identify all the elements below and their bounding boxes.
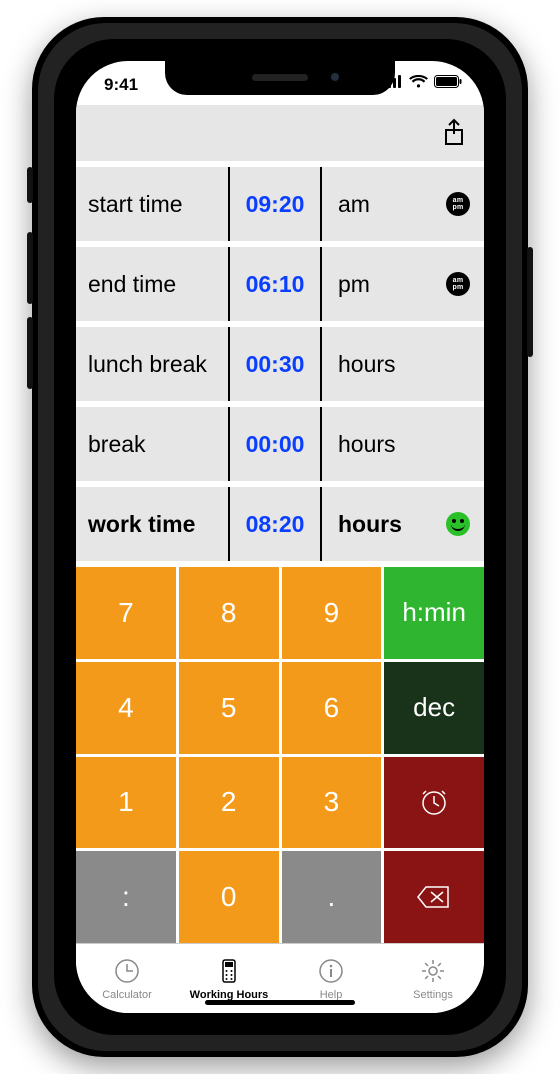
keypad: 7 8 9 h:min 4 5 6 dec 1 2 3: [76, 561, 484, 943]
key-0[interactable]: 0: [179, 851, 279, 943]
row-unit: pm: [322, 247, 432, 321]
key-colon[interactable]: :: [76, 851, 176, 943]
phone-speaker: [252, 74, 308, 81]
phone-power-button: [527, 247, 533, 357]
key-7[interactable]: 7: [76, 567, 176, 659]
row-label: lunch break: [76, 327, 228, 401]
key-4[interactable]: 4: [76, 662, 176, 754]
row-badge[interactable]: ampm: [432, 247, 484, 321]
calculator-icon: [215, 957, 243, 985]
tab-label: Settings: [413, 989, 453, 1001]
key-6[interactable]: 6: [282, 662, 382, 754]
row-label: start time: [76, 167, 228, 241]
row-badge: [432, 327, 484, 401]
key-dec[interactable]: dec: [384, 662, 484, 754]
key-clock[interactable]: [384, 757, 484, 849]
key-3[interactable]: 3: [282, 757, 382, 849]
row-time: 08:20: [228, 487, 322, 561]
tab-label: Working Hours: [190, 989, 269, 1001]
clock-icon: [417, 785, 451, 819]
screen: 9: 41: [76, 61, 484, 1013]
row-time[interactable]: 09:20: [228, 167, 322, 241]
row-label: break: [76, 407, 228, 481]
ampm-icon: ampm: [446, 192, 470, 216]
home-indicator[interactable]: [205, 1000, 355, 1005]
row-label: end time: [76, 247, 228, 321]
phone-mute-switch: [27, 167, 33, 203]
phone-bezel: 9: 41: [54, 39, 506, 1035]
smiley-icon: [446, 512, 470, 536]
row-label: work time: [76, 487, 228, 561]
clock-icon: [113, 957, 141, 985]
share-icon: [442, 118, 466, 148]
row-time[interactable]: 00:00: [228, 407, 322, 481]
phone-notch: [165, 61, 395, 95]
key-hmin[interactable]: h:min: [384, 567, 484, 659]
row-unit: hours: [322, 487, 432, 561]
key-8[interactable]: 8: [179, 567, 279, 659]
backspace-icon: [416, 885, 452, 909]
tab-label: Help: [320, 989, 343, 1001]
row-break[interactable]: break 00:00 hours: [76, 401, 484, 481]
row-time[interactable]: 00:30: [228, 327, 322, 401]
row-badge: [432, 487, 484, 561]
tab-label: Calculator: [102, 989, 152, 1001]
key-backspace[interactable]: [384, 851, 484, 943]
key-dot[interactable]: .: [282, 851, 382, 943]
phone-bezel-outer: 9: 41: [38, 23, 522, 1051]
row-end-time[interactable]: end time 06:10 pm ampm: [76, 241, 484, 321]
row-unit: hours: [322, 327, 432, 401]
phone-volume-up: [27, 232, 33, 304]
row-work-time: work time 08:20 hours: [76, 481, 484, 561]
wifi-icon: [409, 75, 428, 88]
info-icon: [317, 957, 345, 985]
key-5[interactable]: 5: [179, 662, 279, 754]
tab-settings[interactable]: Settings: [382, 944, 484, 1013]
row-time[interactable]: 06:10: [228, 247, 322, 321]
time-rows: start time 09:20 am ampm end time 06:10 …: [76, 161, 484, 561]
tab-calculator[interactable]: Calculator: [76, 944, 178, 1013]
ampm-icon: ampm: [446, 272, 470, 296]
gear-icon: [419, 957, 447, 985]
status-icons: [383, 75, 462, 88]
status-time: 9:41: [104, 75, 138, 95]
phone-front-camera: [329, 71, 341, 83]
row-start-time[interactable]: start time 09:20 am ampm: [76, 161, 484, 241]
row-unit: am: [322, 167, 432, 241]
key-9[interactable]: 9: [282, 567, 382, 659]
header-bar: [76, 105, 484, 161]
phone-volume-down: [27, 317, 33, 389]
row-unit: hours: [322, 407, 432, 481]
battery-icon: [434, 75, 462, 88]
row-badge: [432, 407, 484, 481]
key-2[interactable]: 2: [179, 757, 279, 849]
row-badge[interactable]: ampm: [432, 167, 484, 241]
phone-frame: 9: 41: [32, 17, 528, 1057]
row-lunch-break[interactable]: lunch break 00:30 hours: [76, 321, 484, 401]
key-1[interactable]: 1: [76, 757, 176, 849]
share-button[interactable]: [442, 118, 466, 148]
